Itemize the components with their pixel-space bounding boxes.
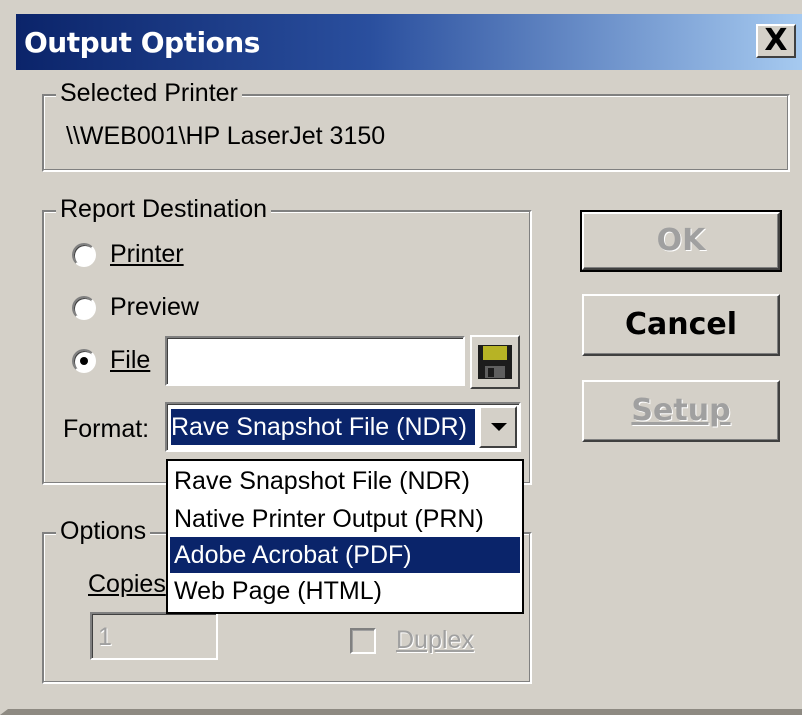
cancel-button[interactable]: Cancel xyxy=(582,294,780,356)
copies-input[interactable]: 1 xyxy=(90,612,218,660)
format-option-prn[interactable]: Native Printer Output (PRN) xyxy=(170,501,520,537)
ok-button[interactable]: OK xyxy=(580,210,782,272)
file-radio[interactable] xyxy=(72,349,96,373)
save-file-button[interactable] xyxy=(470,335,520,389)
file-path-input[interactable] xyxy=(165,336,465,386)
selected-printer-value: \\WEB001\HP LaserJet 3150 xyxy=(66,122,386,150)
radio-selected-dot xyxy=(80,357,88,365)
duplex-checkbox[interactable] xyxy=(350,628,376,654)
printer-radio[interactable] xyxy=(72,243,96,267)
output-options-dialog: Output Options X Selected Printer \\WEB0… xyxy=(0,0,802,715)
printer-radio-label[interactable]: Printer xyxy=(110,240,184,269)
format-option-ndr[interactable]: Rave Snapshot File (NDR) xyxy=(170,463,520,499)
format-select-value: Rave Snapshot File (NDR) xyxy=(171,409,475,445)
options-legend: Options xyxy=(56,517,151,546)
preview-radio-label[interactable]: Preview xyxy=(110,293,199,322)
duplex-label[interactable]: Duplex xyxy=(396,626,474,655)
selected-printer-group: Selected Printer \\WEB001\HP LaserJet 31… xyxy=(42,79,790,172)
format-select[interactable]: Rave Snapshot File (NDR) xyxy=(165,402,521,452)
format-dropdown-list[interactable]: Rave Snapshot File (NDR) Native Printer … xyxy=(166,459,524,614)
setup-button[interactable]: Setup xyxy=(582,380,780,442)
preview-radio[interactable] xyxy=(72,296,96,320)
format-option-pdf[interactable]: Adobe Acrobat (PDF) xyxy=(170,537,520,573)
report-destination-legend: Report Destination xyxy=(56,195,272,224)
copies-label: Copies xyxy=(88,570,166,598)
selected-printer-legend: Selected Printer xyxy=(56,79,242,108)
dialog-title: Output Options xyxy=(24,26,260,59)
format-option-html[interactable]: Web Page (HTML) xyxy=(170,573,520,609)
close-button[interactable]: X xyxy=(756,24,796,58)
title-bar[interactable]: Output Options X xyxy=(16,14,802,70)
format-label: Format: xyxy=(63,415,150,443)
file-radio-label[interactable]: File xyxy=(110,346,150,375)
floppy-disk-icon xyxy=(478,345,512,379)
dropdown-arrow-icon[interactable] xyxy=(479,406,517,448)
